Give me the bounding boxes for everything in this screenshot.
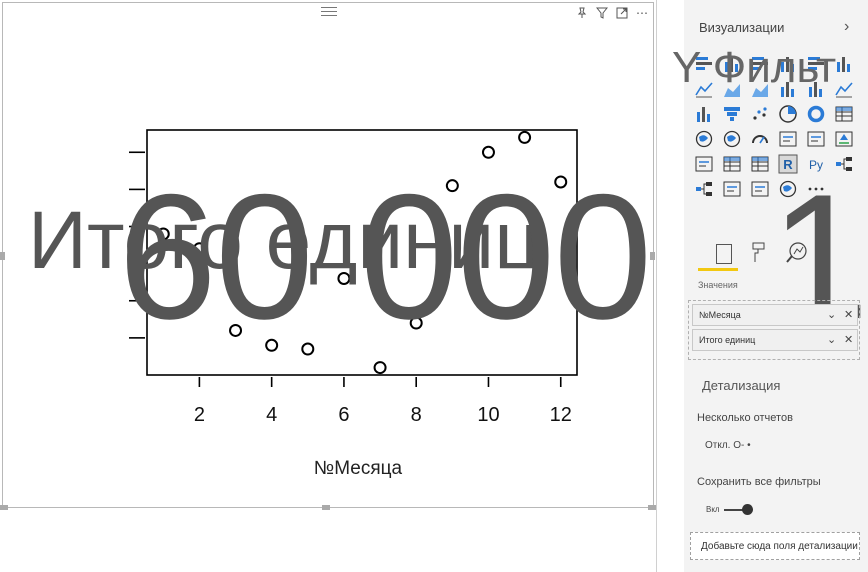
scatter-icon[interactable] xyxy=(750,104,770,124)
tab-format-icon[interactable] xyxy=(750,242,766,269)
x-tick-label: 10 xyxy=(477,404,499,426)
values-section-label: Значения xyxy=(698,280,738,290)
visualizations-title: Визуализации xyxy=(699,20,785,35)
decomposition-tree-icon[interactable] xyxy=(694,179,714,199)
x-tick-label: 2 xyxy=(194,404,205,426)
field-wells-dashed-box xyxy=(688,300,860,360)
collapse-chevron-icon[interactable]: › xyxy=(844,18,849,36)
x-tick-label: 8 xyxy=(411,404,422,426)
table-icon[interactable] xyxy=(722,154,742,174)
ribbon-chart-icon[interactable] xyxy=(834,79,854,99)
filters-overlay: Y Фильт xyxy=(672,43,837,92)
toggle-knob xyxy=(742,504,753,515)
map-icon[interactable] xyxy=(694,129,714,149)
tab-analytics-icon[interactable] xyxy=(786,242,808,269)
y-tick-label-overlay: 60 000 xyxy=(118,157,652,356)
drop-hint-text: Добавьте сюда поля детализации xyxy=(701,541,858,552)
drillthrough-title: Детализация xyxy=(702,378,781,393)
x-axis-label: №Месяца xyxy=(314,458,403,479)
drillthrough-drop-zone[interactable]: Добавьте сюда поля детализации xyxy=(690,532,860,560)
keep-filters-toggle[interactable] xyxy=(724,504,754,516)
card-icon[interactable] xyxy=(778,129,798,149)
data-point xyxy=(373,361,387,375)
matrix-icon[interactable] xyxy=(750,154,770,174)
active-tab-underline xyxy=(698,268,738,271)
tab-fields-icon[interactable] xyxy=(716,244,732,264)
donut-icon[interactable] xyxy=(806,104,826,124)
waterfall-icon[interactable] xyxy=(694,104,714,124)
gauge-icon[interactable] xyxy=(750,129,770,149)
cross-report-toggle-value[interactable]: Откл. О- • xyxy=(705,440,751,451)
keep-filters-value: Вкл xyxy=(706,505,720,514)
cross-report-label: Несколько отчетов xyxy=(697,412,793,424)
report-canvas: ⋯ 2 4 6 8 10 12 №Месяца Итого единиц 60 000 xyxy=(0,0,656,572)
x-tick-label: 4 xyxy=(266,404,277,426)
treemap-icon[interactable] xyxy=(834,104,854,124)
qna-icon[interactable] xyxy=(722,179,742,199)
keep-filters-label: Сохранить все фильтры xyxy=(697,476,821,488)
x-tick-label: 6 xyxy=(338,404,349,426)
100-stacked-column-icon[interactable] xyxy=(834,54,854,74)
paginated-report-icon[interactable] xyxy=(750,179,770,199)
pie-icon[interactable] xyxy=(778,104,798,124)
filled-map-icon[interactable] xyxy=(722,129,742,149)
funnel-icon[interactable] xyxy=(722,104,742,124)
kpi-icon[interactable] xyxy=(834,129,854,149)
x-axis: 2 4 6 8 10 12 xyxy=(194,377,572,426)
x-tick-label: 12 xyxy=(550,404,572,426)
multi-row-card-icon[interactable] xyxy=(806,129,826,149)
slicer-icon[interactable] xyxy=(694,154,714,174)
data-point xyxy=(518,130,532,144)
